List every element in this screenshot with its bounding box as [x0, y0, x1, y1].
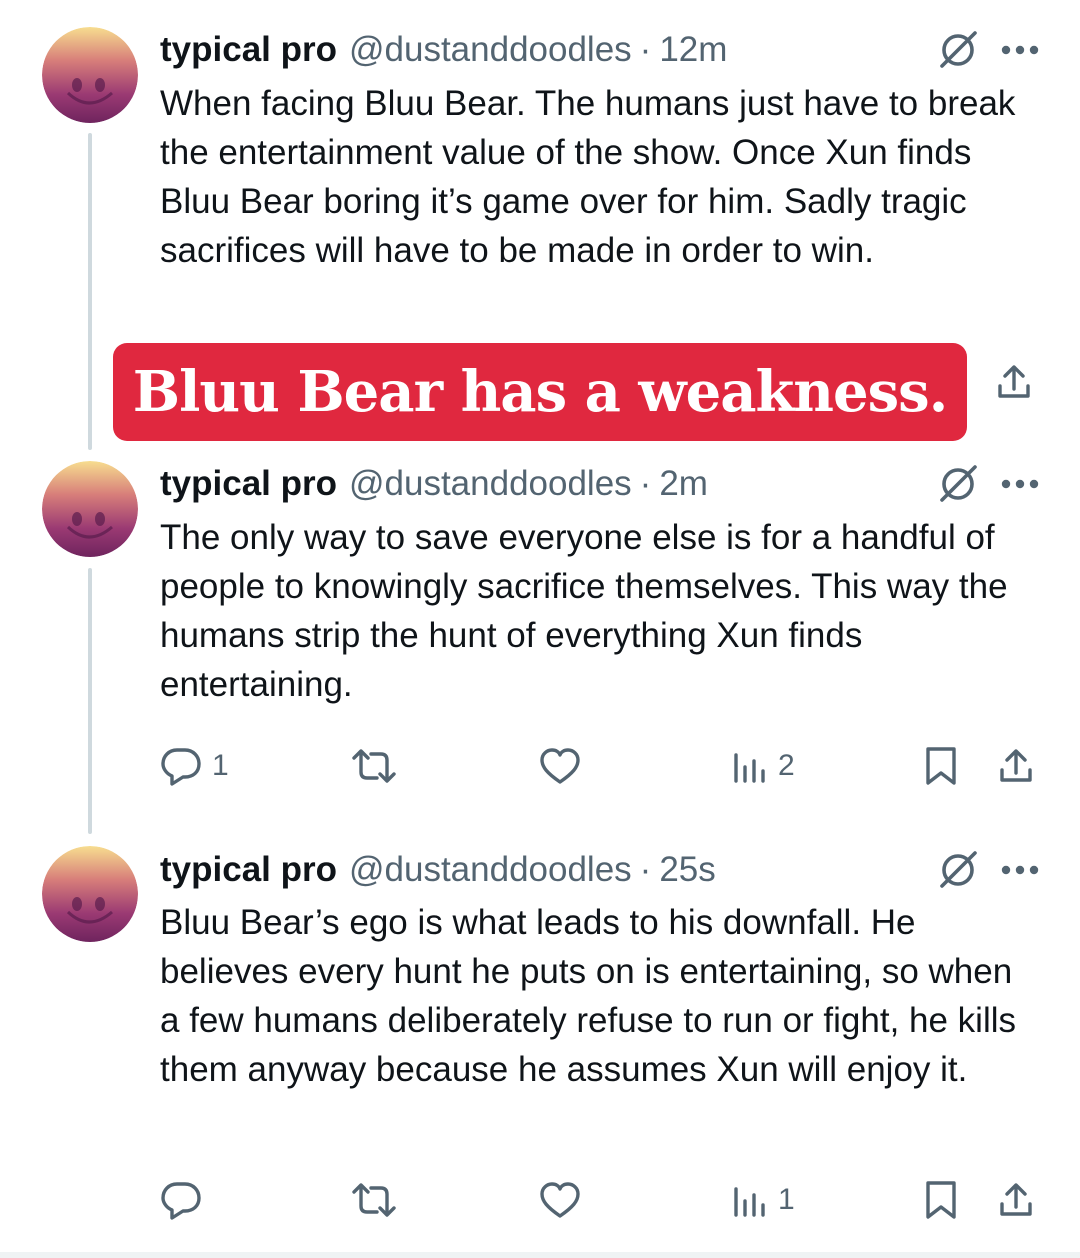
- like-button[interactable]: [538, 742, 582, 790]
- user-handle[interactable]: @dustanddoodles: [349, 464, 632, 504]
- reply-bubble-icon: [160, 746, 202, 786]
- tweet-action-bar: 1: [160, 1176, 1040, 1224]
- thread-connector-line: [88, 133, 92, 450]
- grok-icon[interactable]: [936, 462, 980, 506]
- tweet-header: typical pro @dustanddoodles · 25s: [160, 845, 1040, 895]
- views-button[interactable]: 1: [732, 1176, 795, 1224]
- bookmark-button[interactable]: [923, 742, 959, 790]
- banner-caption: Bluu Bear has a weakness.: [132, 359, 948, 425]
- share-upload-icon[interactable]: [994, 362, 1034, 407]
- avatar[interactable]: [42, 846, 138, 942]
- separator-dot: ·: [639, 850, 652, 889]
- reply-button[interactable]: [160, 1176, 212, 1224]
- grok-icon[interactable]: [936, 848, 980, 892]
- tweet-header: typical pro @dustanddoodles · 2m: [160, 459, 1040, 509]
- user-handle[interactable]: @dustanddoodles: [349, 850, 632, 890]
- share-upload-icon: [996, 1180, 1036, 1220]
- bookmark-icon: [923, 745, 959, 787]
- bookmark-button[interactable]: [923, 1176, 959, 1224]
- reply-bubble-icon: [160, 1180, 202, 1220]
- tweet-text: Bluu Bear’s ego is what leads to his dow…: [160, 903, 1016, 1089]
- bookmark-icon: [923, 1179, 959, 1221]
- tweet-text: When facing Bluu Bear. The humans just h…: [160, 84, 1016, 270]
- tweet-text: The only way to save everyone else is fo…: [160, 518, 1008, 704]
- tweet-action-bar: 1 2: [160, 742, 1040, 790]
- more-dots-icon[interactable]: [1000, 44, 1040, 56]
- avatar[interactable]: [42, 461, 138, 557]
- user-handle[interactable]: @dustanddoodles: [349, 30, 632, 70]
- heart-icon: [538, 1180, 582, 1220]
- like-button[interactable]: [538, 1176, 582, 1224]
- display-name[interactable]: typical pro: [160, 30, 337, 70]
- display-name[interactable]: typical pro: [160, 850, 337, 890]
- share-upload-icon: [996, 746, 1036, 786]
- more-dots-icon[interactable]: [1000, 864, 1040, 876]
- thread-connector-line: [88, 568, 92, 834]
- retweet-button[interactable]: [350, 742, 398, 790]
- divider: [0, 1252, 1080, 1258]
- timestamp[interactable]: 12m: [659, 30, 727, 70]
- reply-button[interactable]: 1: [160, 742, 229, 790]
- views-bars-icon: [732, 1181, 768, 1219]
- heart-icon: [538, 746, 582, 786]
- retweet-button[interactable]: [350, 1176, 398, 1224]
- views-count: 2: [778, 749, 795, 782]
- display-name[interactable]: typical pro: [160, 464, 337, 504]
- timestamp[interactable]: 25s: [659, 850, 715, 890]
- more-dots-icon[interactable]: [1000, 478, 1040, 490]
- views-button[interactable]: 2: [732, 742, 795, 790]
- grok-icon[interactable]: [936, 28, 980, 72]
- views-count: 1: [778, 1183, 795, 1216]
- share-button[interactable]: [996, 1176, 1036, 1224]
- separator-dot: ·: [639, 464, 652, 503]
- retweet-icon: [350, 1180, 398, 1220]
- timestamp[interactable]: 2m: [659, 464, 708, 504]
- share-button[interactable]: [996, 742, 1036, 790]
- views-bars-icon: [732, 747, 768, 785]
- avatar[interactable]: [42, 27, 138, 123]
- tweet-header: typical pro @dustanddoodles · 12m: [160, 25, 1040, 75]
- reply-count: 1: [212, 749, 229, 782]
- tweet-image-banner[interactable]: Bluu Bear has a weakness.: [113, 343, 967, 441]
- separator-dot: ·: [639, 30, 652, 69]
- retweet-icon: [350, 746, 398, 786]
